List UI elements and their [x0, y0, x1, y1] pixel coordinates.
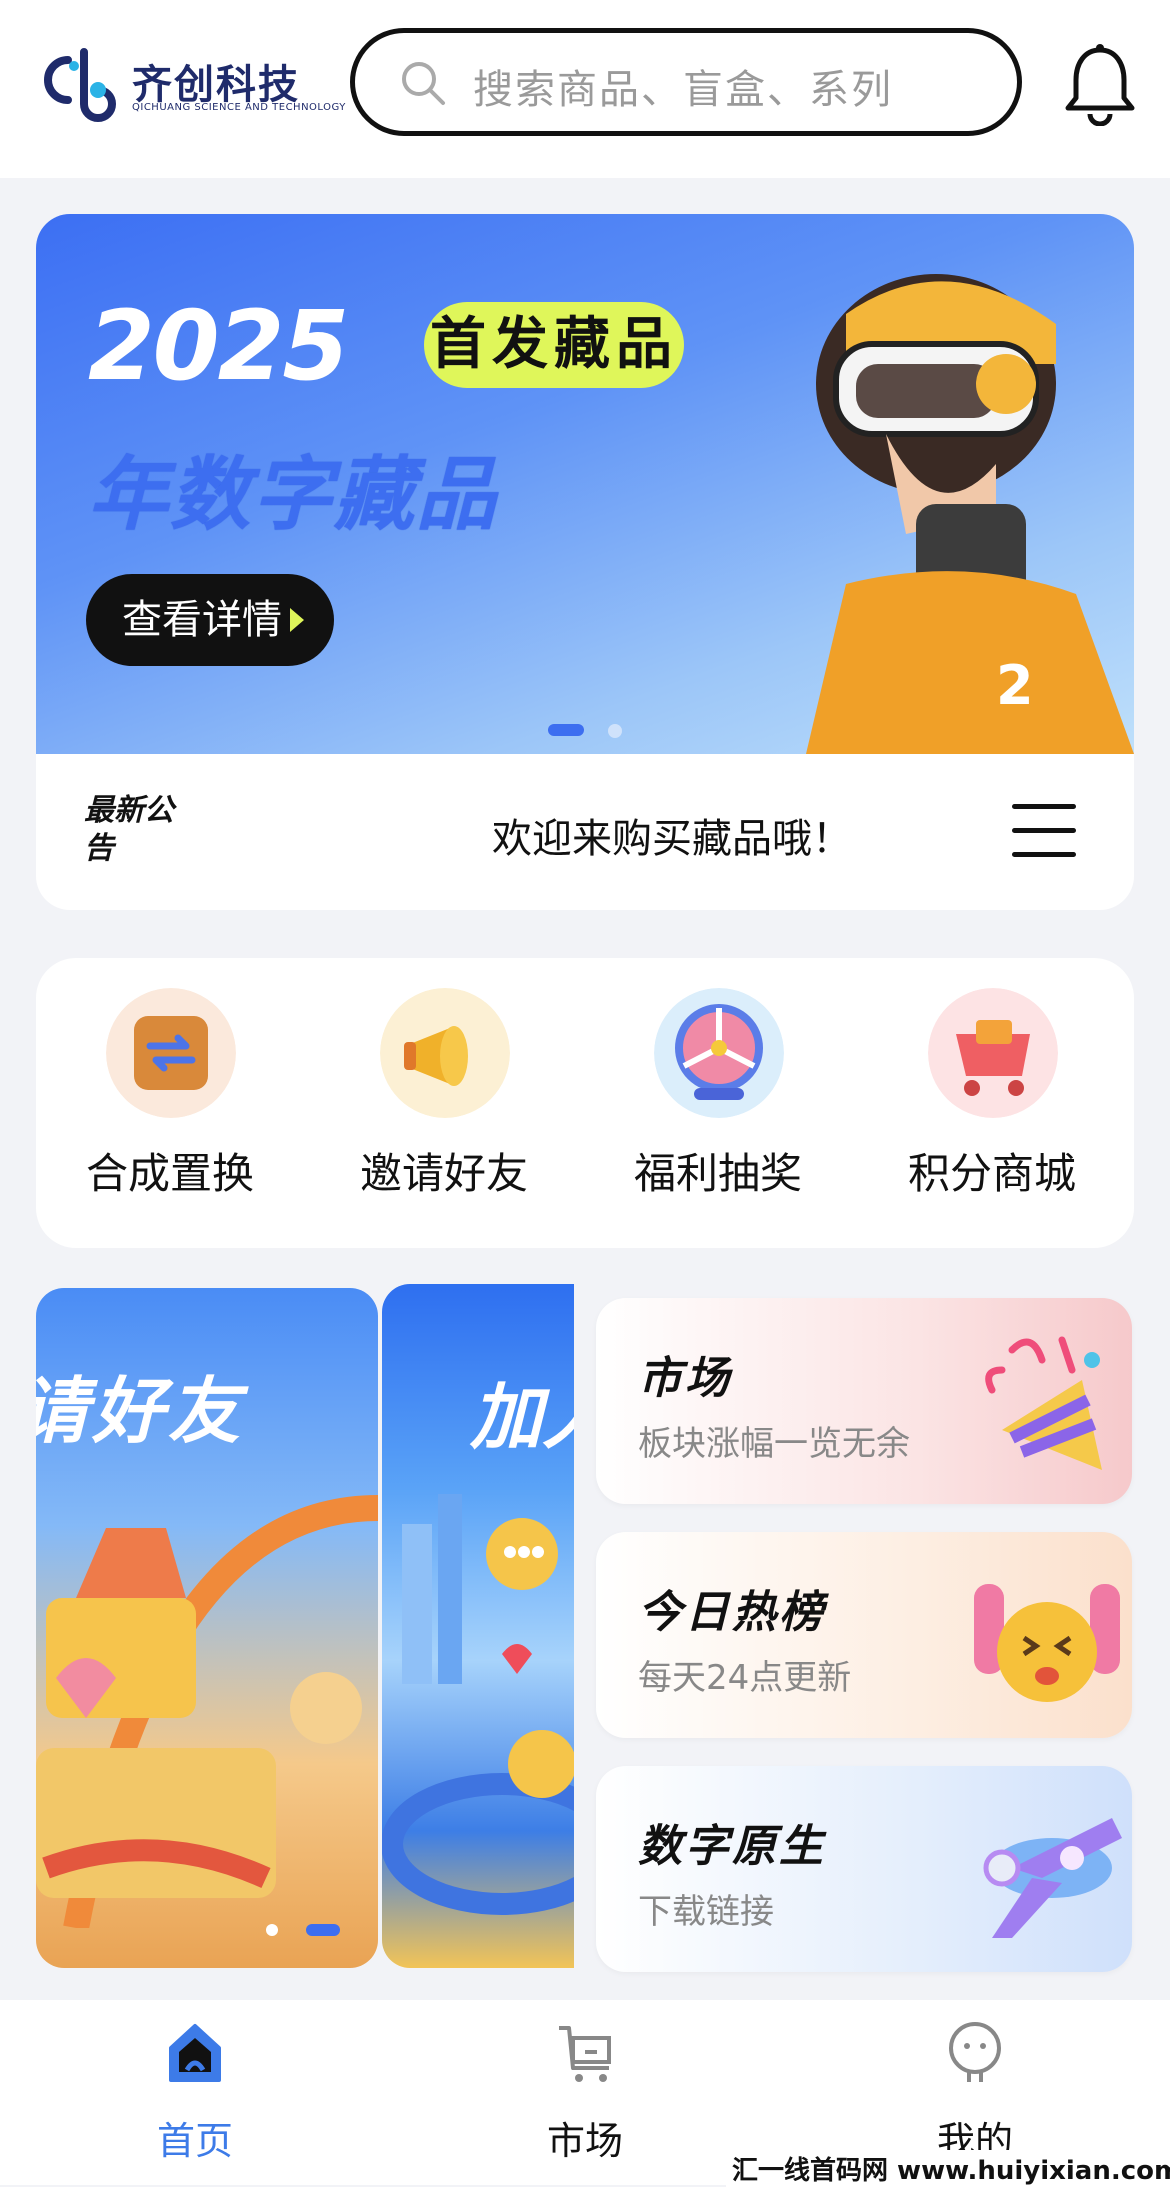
- feature-card-title: 数字原生: [638, 1821, 826, 1872]
- feature-card-title: 市场: [638, 1353, 732, 1404]
- quick-action-label: 合成置换: [85, 1149, 254, 1198]
- promo-title: 请好友: [36, 1369, 245, 1453]
- digital-native-card[interactable]: 数字原生 下载链接: [596, 1766, 1132, 1972]
- brand-logo[interactable]: 齐创科技 QICHUANG SCIENCE AND TECHNOLOGY: [44, 40, 345, 130]
- cart-icon: [559, 2026, 611, 2082]
- quick-actions-panel: 合成置换 邀请好友 福利抽奖 积分商城: [36, 958, 1134, 1248]
- vr-character-illustration: 2: [806, 274, 1134, 754]
- bell-icon[interactable]: [1060, 42, 1140, 126]
- city-illustration: [382, 1494, 574, 1915]
- announcement-label: 最新公告: [84, 793, 174, 866]
- party-popper-icon: [985, 1336, 1102, 1470]
- banner-tag: 首发藏品: [424, 302, 684, 388]
- join-promo[interactable]: 加入: [382, 1284, 574, 1968]
- quick-action-synthesize[interactable]: 合成置换: [70, 988, 270, 1228]
- tab-home[interactable]: 首页: [95, 2020, 295, 2170]
- feature-card-title: 今日热榜: [638, 1587, 826, 1638]
- home-icon: [169, 2024, 221, 2082]
- feature-card-subtitle: 板块涨幅一览无余: [638, 1424, 910, 1464]
- banner-year: 2025: [88, 290, 349, 402]
- view-details-button[interactable]: 查看详情: [86, 574, 334, 666]
- promo-carousel-dot[interactable]: [266, 1924, 278, 1936]
- view-details-label: 查看详情: [122, 597, 282, 643]
- quick-action-label: 积分商城: [907, 1149, 1076, 1198]
- swap-box-icon: [106, 988, 236, 1118]
- tab-label: 市场: [546, 2119, 623, 2163]
- quick-action-points-mall[interactable]: 积分商城: [892, 988, 1092, 1228]
- carousel-dot[interactable]: [608, 724, 622, 738]
- quick-action-invite[interactable]: 邀请好友: [344, 988, 544, 1228]
- quick-action-label: 邀请好友: [359, 1149, 528, 1198]
- svg-text:2: 2: [996, 654, 1034, 717]
- airplane-icon: [983, 1818, 1122, 1938]
- promo-title: 加入: [470, 1375, 574, 1459]
- menu-icon[interactable]: [1012, 804, 1076, 857]
- hot-list-card[interactable]: 今日热榜 每天24点更新: [596, 1532, 1132, 1738]
- search-input[interactable]: 搜索商品、盲盒、系列: [350, 28, 1022, 136]
- gift-box-illustration: [36, 1495, 378, 1928]
- feature-card-subtitle: 下载链接: [638, 1892, 774, 1932]
- user-icon: [949, 2022, 1001, 2082]
- logo-mark-icon: [44, 48, 116, 122]
- logo-subtitle: QICHUANG SCIENCE AND TECHNOLOGY: [132, 102, 346, 113]
- cheering-face-icon: [974, 1584, 1120, 1702]
- quick-action-lottery[interactable]: 福利抽奖: [618, 988, 818, 1228]
- play-arrow-icon: [290, 608, 304, 632]
- market-card[interactable]: 市场 板块涨幅一览无余: [596, 1298, 1132, 1504]
- banner-subtitle: 年数字藏品: [88, 448, 498, 541]
- feature-card-subtitle: 每天24点更新: [638, 1658, 852, 1698]
- megaphone-icon: [380, 988, 510, 1118]
- tab-market[interactable]: 市场: [485, 2020, 685, 2170]
- announcement-text: 欢迎来购买藏品哦！: [492, 816, 852, 862]
- prize-wheel-icon: [654, 988, 784, 1118]
- hero-banner[interactable]: 2025 首发藏品 年数字藏品 查看详情 2: [36, 214, 1134, 754]
- quick-action-label: 福利抽奖: [633, 1149, 802, 1198]
- tab-label: 首页: [156, 2119, 233, 2163]
- invite-friends-promo[interactable]: 请好友: [36, 1288, 378, 1968]
- carousel-dot-active[interactable]: [548, 724, 584, 736]
- shopping-cart-icon: [928, 988, 1058, 1118]
- top-header: 齐创科技 QICHUANG SCIENCE AND TECHNOLOGY 搜索商…: [0, 0, 1170, 178]
- tab-profile[interactable]: 我的: [875, 2020, 1075, 2170]
- promo-carousel-dot-active[interactable]: [306, 1924, 340, 1936]
- announcement-bar[interactable]: 最新公告 欢迎来购买藏品哦！: [36, 754, 1134, 910]
- search-placeholder: 搜索商品、盲盒、系列: [473, 67, 893, 113]
- search-icon: [402, 62, 445, 105]
- watermark-text: 汇一线首码网 www.huiyixian.com: [726, 2150, 1170, 2187]
